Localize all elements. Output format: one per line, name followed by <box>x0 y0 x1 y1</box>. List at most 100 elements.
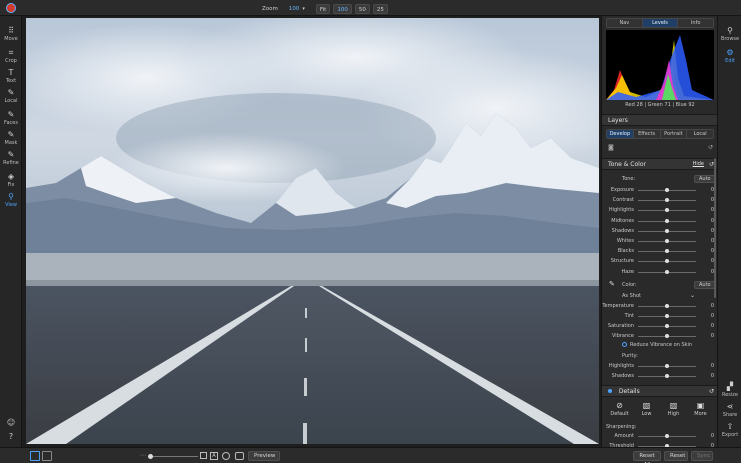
tool-local[interactable]: ✎ Local <box>0 88 22 108</box>
slider-value[interactable]: 0 <box>702 185 714 195</box>
zoom-controls: Zoom 100 ▾ Fit 100 50 25 <box>262 3 388 14</box>
compare-view-icon[interactable] <box>42 451 52 461</box>
single-view-icon[interactable] <box>30 451 40 461</box>
zoom-100-button[interactable]: 100 <box>333 3 352 14</box>
preset-default[interactable]: ⊘ Default <box>608 401 632 421</box>
tab-portrait[interactable]: Portrait <box>660 130 688 138</box>
preset-high[interactable]: ▨ High <box>662 401 686 421</box>
chevron-down-icon[interactable]: ▾ <box>302 6 305 12</box>
tool-refine[interactable]: ✎ Refine <box>0 150 22 170</box>
tool-move[interactable]: ⠿ Move <box>0 26 22 46</box>
module-browse[interactable]: ⚲ Browse <box>718 26 741 42</box>
reset-details-icon[interactable]: ↺ <box>709 386 714 397</box>
tool-view[interactable]: ⚲ View <box>0 192 22 212</box>
slider-value[interactable]: 0 <box>702 236 714 246</box>
reset-layer-icon[interactable]: ↺ <box>708 144 713 151</box>
histogram <box>606 30 714 100</box>
slider-label: Shadows <box>611 373 634 379</box>
zoom-25-button[interactable]: 25 <box>372 3 388 14</box>
slider-knob[interactable] <box>665 434 669 438</box>
slider-value[interactable]: 0 <box>702 256 714 266</box>
hide-link[interactable]: Hide <box>693 159 704 170</box>
slider-knob[interactable] <box>665 239 669 243</box>
slider-knob[interactable] <box>665 269 669 274</box>
slider-knob[interactable] <box>665 228 669 233</box>
slider-value[interactable]: 0 <box>702 246 714 256</box>
zoom-out-icon[interactable]: ⋯ <box>140 451 146 461</box>
slider-knob[interactable] <box>665 259 669 264</box>
module-share[interactable]: ⋖ Share <box>718 402 741 418</box>
eyedropper-icon[interactable]: ✎ <box>609 280 615 288</box>
slider-value[interactable]: 0 <box>702 321 714 331</box>
mask-view-icon[interactable] <box>222 452 230 460</box>
slider-value[interactable]: 0 <box>702 371 714 381</box>
zoom-value[interactable]: 100 <box>289 6 300 12</box>
chevron-down-icon[interactable]: ⌄ <box>690 291 695 301</box>
top-toolbar: Zoom 100 ▾ Fit 100 50 25 <box>0 0 741 16</box>
slider-blacks: Blacks 0 <box>602 246 717 256</box>
slider-knob[interactable] <box>665 208 669 213</box>
tool-crop[interactable]: ⌗ Crop <box>0 48 22 68</box>
slider-label: Contrast <box>612 197 634 204</box>
slider-value[interactable]: 0 <box>702 226 714 236</box>
slider-value[interactable]: 0 <box>702 361 714 371</box>
fit-screen-icon[interactable] <box>200 452 207 459</box>
module-edit[interactable]: ⚙ Edit <box>718 48 741 64</box>
tool-mask[interactable]: ✎ Mask <box>0 130 22 150</box>
camera-icon[interactable]: ◙ <box>608 144 614 151</box>
slider-knob[interactable] <box>665 314 669 318</box>
slider-knob[interactable] <box>665 218 669 223</box>
panel-scrollbar[interactable] <box>714 158 716 298</box>
white-balance-select[interactable]: As Shot <box>622 291 641 301</box>
app-logo-icon[interactable] <box>6 3 16 13</box>
tool-text[interactable]: T Text <box>0 68 22 88</box>
edit-icon: ⚙ <box>726 48 734 57</box>
slider-value[interactable]: 0 <box>702 301 714 311</box>
slider-value[interactable]: 0 <box>702 205 714 215</box>
tab-develop[interactable]: Develop <box>607 130 634 138</box>
slider-knob[interactable] <box>665 198 669 203</box>
details-presets: ⊘ Default ▧ Low ▨ High ▣ More <box>606 401 714 421</box>
slider-knob[interactable] <box>665 324 669 328</box>
sync-button[interactable]: Sync <box>691 451 713 461</box>
resize-icon: ▞ <box>726 382 734 391</box>
slider-value[interactable]: 0 <box>702 216 714 226</box>
preview-button[interactable]: Preview <box>248 451 280 461</box>
slider-value[interactable]: 0 <box>702 431 714 441</box>
tab-levels[interactable]: Levels <box>642 19 679 27</box>
slider-knob[interactable] <box>665 188 669 192</box>
tab-effects[interactable]: Effects <box>633 130 661 138</box>
preset-more[interactable]: ▣ More <box>689 401 713 421</box>
tab-nav[interactable]: Nav <box>607 19 643 27</box>
zoom-50-button[interactable]: 50 <box>354 3 370 14</box>
reduce-vibrance-checkbox[interactable] <box>622 342 627 347</box>
slider-knob[interactable] <box>665 334 669 338</box>
module-export[interactable]: ⇧ Export <box>718 422 741 438</box>
compare-a-icon[interactable]: A <box>210 452 218 460</box>
reset-all-button[interactable]: Reset All <box>633 451 661 463</box>
tab-local[interactable]: Local <box>687 130 713 138</box>
tab-info[interactable]: Info <box>678 19 713 27</box>
zoom-slider[interactable] <box>148 451 198 461</box>
slider-value[interactable]: 0 <box>702 195 714 205</box>
zoom-fit-button[interactable]: Fit <box>315 3 331 14</box>
slider-knob[interactable] <box>665 374 669 378</box>
slider-knob[interactable] <box>665 304 669 308</box>
color-auto-button[interactable]: Auto <box>694 281 716 289</box>
module-resize[interactable]: ▞ Resize <box>718 382 741 398</box>
slider-midtones: Midtones 0 <box>602 216 717 226</box>
slider-knob[interactable] <box>665 249 669 254</box>
slider-value[interactable]: 0 <box>702 267 714 277</box>
slider-temperature: Temperature 0 <box>602 301 717 311</box>
image-canvas[interactable] <box>26 18 599 444</box>
reset-button[interactable]: Reset <box>664 451 688 461</box>
preset-low[interactable]: ▧ Low <box>635 401 659 421</box>
slider-knob[interactable] <box>665 364 669 368</box>
preset-label: Low <box>641 411 652 417</box>
slider-value[interactable]: 0 <box>702 311 714 321</box>
clipping-icon[interactable] <box>235 452 244 460</box>
slider-value[interactable]: 0 <box>702 331 714 341</box>
tool-fix[interactable]: ◈ Fix <box>0 172 22 192</box>
tool-faces[interactable]: ✎ Faces <box>0 110 22 130</box>
tone-auto-button[interactable]: Auto <box>694 175 716 183</box>
